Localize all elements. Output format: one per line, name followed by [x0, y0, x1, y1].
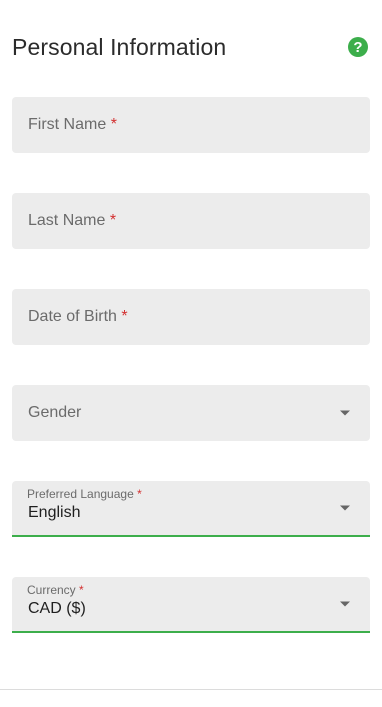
required-mark: *	[109, 212, 117, 229]
first-name-field[interactable]: First Name *	[12, 97, 370, 153]
date-of-birth-label: Date of Birth	[28, 308, 117, 325]
currency-value: CAD ($)	[28, 600, 86, 617]
date-of-birth-field[interactable]: Date of Birth *	[12, 289, 370, 345]
preferred-language-select[interactable]: Preferred Language * English	[12, 481, 370, 537]
last-name-field[interactable]: Last Name *	[12, 193, 370, 249]
gender-select[interactable]: Gender	[12, 385, 370, 441]
preferred-language-label-wrap: Preferred Language *	[27, 487, 142, 501]
required-mark: *	[79, 583, 84, 597]
caret-down-icon	[340, 505, 350, 511]
help-icon[interactable]: ?	[348, 37, 368, 57]
currency-select[interactable]: Currency * CAD ($)	[12, 577, 370, 633]
currency-label: Currency	[27, 583, 76, 597]
caret-down-icon	[340, 410, 350, 416]
gender-label: Gender	[28, 404, 82, 421]
last-name-label: Last Name	[28, 212, 106, 229]
preferred-language-value: English	[28, 504, 81, 521]
caret-down-icon	[340, 601, 350, 607]
section-header: Personal Information ?	[12, 28, 370, 66]
preferred-language-label: Preferred Language	[27, 487, 134, 501]
page-title: Personal Information	[12, 33, 227, 60]
first-name-label: First Name	[28, 116, 107, 133]
divider	[0, 689, 382, 690]
required-mark: *	[121, 308, 128, 325]
currency-label-wrap: Currency *	[27, 583, 84, 597]
required-mark: *	[137, 487, 142, 501]
first-name-placeholder: First Name *	[28, 116, 117, 134]
date-of-birth-placeholder: Date of Birth *	[28, 308, 128, 326]
required-mark: *	[110, 116, 117, 133]
personal-information-form: Personal Information ? First Name * Last…	[0, 0, 382, 707]
last-name-placeholder: Last Name *	[28, 212, 116, 230]
